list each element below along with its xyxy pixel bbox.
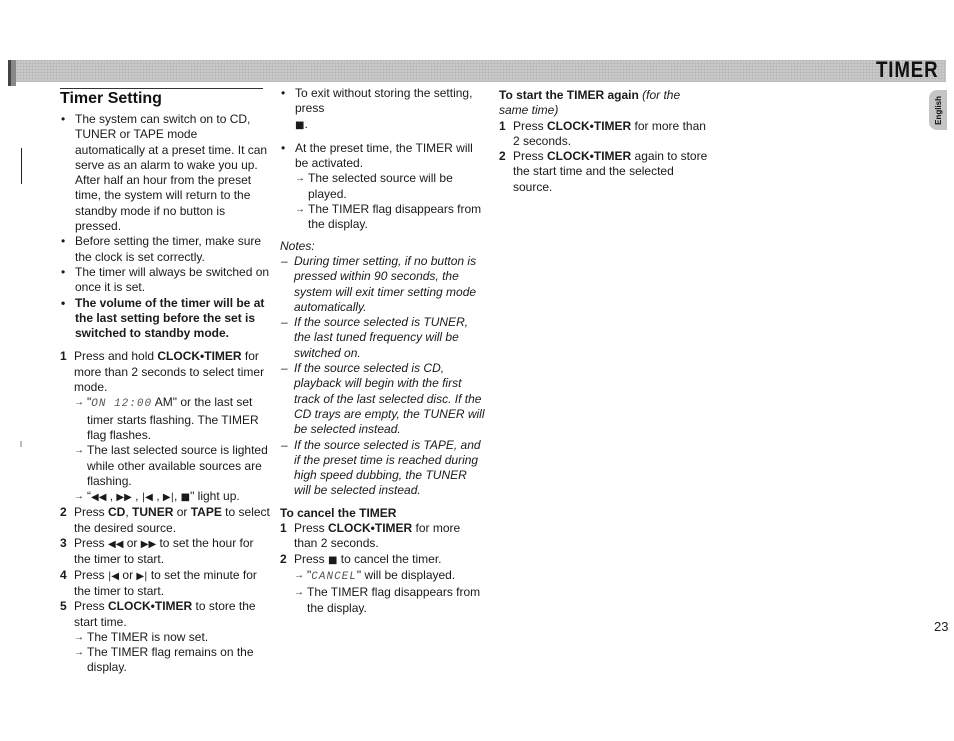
bullet-item: Before setting the timer, make sure the … <box>60 234 270 265</box>
key-label: CLOCK•TIMER <box>328 521 413 536</box>
bullet-item: The system can switch on to CD, TUNER or… <box>60 112 270 234</box>
language-tab-label: English <box>933 95 943 125</box>
note-item: If the source selected is CD, playback w… <box>280 361 485 437</box>
notes-label: Notes: <box>280 238 315 253</box>
previous-icon: |◀ <box>141 492 153 504</box>
step-number: 3 <box>60 536 67 551</box>
page-number: 23 <box>934 619 949 634</box>
exit-bullets: To exit without storing the setting, pre… <box>280 86 485 133</box>
notes-list: During timer setting, if no button is pr… <box>280 254 485 499</box>
step-text: or <box>123 536 141 551</box>
bullet-item: To exit without storing the setting, pre… <box>280 86 485 133</box>
step-3: 3 Press ◀◀ or ▶▶ to set the hour for the… <box>60 536 270 568</box>
section-title: Timer Setting <box>60 90 162 107</box>
step-text: or <box>173 505 191 520</box>
previous-icon: |◀ <box>108 570 120 582</box>
cancel-steps: 1 Press CLOCK•TIMER for more than 2 seco… <box>280 521 485 616</box>
restart-steps: 1 Press CLOCK•TIMER for more than 2 seco… <box>499 119 709 195</box>
bullet-item: The timer will always be switched on onc… <box>60 265 270 296</box>
result-text: " light up. <box>190 489 240 504</box>
setting-steps: 1 Press and hold CLOCK•TIMER for more th… <box>60 349 270 675</box>
key-label: TAPE <box>190 505 222 520</box>
fast-forward-icon: ▶▶ <box>116 492 132 504</box>
banner-title: TIMER <box>875 57 938 77</box>
step-number: 1 <box>60 349 67 364</box>
intro-bullets: The system can switch on to CD, TUNER or… <box>60 112 270 341</box>
step-text: Press <box>294 551 329 566</box>
restart-step-2: 2 Press CLOCK•TIMER again to store the s… <box>499 149 709 195</box>
bullet-item: At the preset time, the TIMER will be ac… <box>280 141 485 233</box>
rewind-icon: ◀◀ <box>91 492 107 504</box>
step-number: 4 <box>60 567 67 582</box>
restart-timer-heading: To start the TIMER again (for the same t… <box>499 88 709 119</box>
step-result: The last selected source is lighted whil… <box>74 443 270 489</box>
step-text: to cancel the timer. <box>337 551 442 566</box>
key-label: TUNER <box>132 505 174 520</box>
heading-text: To start the TIMER again <box>499 88 639 102</box>
language-tab: English <box>929 90 947 130</box>
cancel-step-1: 1 Press CLOCK•TIMER for more than 2 seco… <box>280 521 485 552</box>
step-text: Press <box>74 505 109 520</box>
cancel-timer-heading: To cancel the TIMER <box>280 505 397 520</box>
header-banner <box>8 60 946 82</box>
bullet-result: The TIMER flag disappears from the displ… <box>295 202 485 233</box>
bullet-text: At the preset time, the TIMER will be ac… <box>295 140 473 171</box>
bullet-text: . <box>304 116 308 131</box>
key-label: CLOCK•TIMER <box>108 599 193 614</box>
rewind-icon: ◀◀ <box>108 539 124 551</box>
step-text: Press and hold <box>74 349 158 364</box>
margin-mark <box>20 441 22 447</box>
key-label: CD <box>108 505 126 520</box>
step-result: “◀◀ , ▶▶ , |◀ , ▶|, ■" light up. <box>74 489 270 505</box>
step-number: 2 <box>280 551 287 566</box>
cancel-step-2: 2 Press ■ to cancel the timer. "CANCEL" … <box>280 552 485 616</box>
bullet-item-important: The volume of the timer will be at the l… <box>60 296 270 342</box>
lcd-display-text: CANCEL <box>311 570 357 583</box>
step-result: The TIMER is now set. <box>74 630 270 646</box>
step-number: 2 <box>499 149 506 164</box>
step-text: Press <box>513 118 548 133</box>
step-1: 1 Press and hold CLOCK•TIMER for more th… <box>60 349 270 505</box>
note-item: If the source selected is TUNER, the las… <box>280 315 485 361</box>
step-number: 2 <box>60 505 67 520</box>
lcd-display-text: ON 12:00 <box>91 398 153 411</box>
banner-marker <box>8 60 16 86</box>
step-text: Press <box>74 599 109 614</box>
timer-setting-column: Timer Setting The system can switch on t… <box>60 86 270 676</box>
bullet-text: To exit without storing the setting, pre… <box>295 86 473 116</box>
next-icon: ▶| <box>162 492 174 504</box>
step-text: Press <box>294 521 329 536</box>
step-5: 5 Press CLOCK•TIMER to store the start t… <box>60 599 270 675</box>
step-result: "ON 12:00 AM" or the last set timer star… <box>74 395 270 443</box>
result-text: " will be displayed. <box>356 567 456 582</box>
key-label: CLOCK•TIMER <box>157 349 242 364</box>
bullet-result: The selected source will be played. <box>295 171 485 202</box>
step-2: 2 Press CD, TUNER or TAPE to select the … <box>60 505 270 536</box>
step-text: Press <box>74 567 109 582</box>
stop-icon: ■ <box>180 492 191 504</box>
step-result: The TIMER flag remains on the display. <box>74 645 270 676</box>
step-text: Press <box>74 536 109 551</box>
next-icon: ▶| <box>136 570 148 582</box>
step-result: The TIMER flag disappears from the displ… <box>294 585 485 616</box>
step-number: 1 <box>280 521 287 536</box>
step-result: "CANCEL" will be displayed. <box>294 568 485 585</box>
step-number: 5 <box>60 599 67 614</box>
key-label: CLOCK•TIMER <box>547 149 632 164</box>
activation-column: To exit without storing the setting, pre… <box>280 86 485 616</box>
activation-bullets: At the preset time, the TIMER will be ac… <box>280 141 485 233</box>
key-label: CLOCK•TIMER <box>547 118 632 133</box>
restart-step-1: 1 Press CLOCK•TIMER for more than 2 seco… <box>499 119 709 150</box>
step-text: or <box>119 567 137 582</box>
margin-change-bar <box>21 148 22 184</box>
fast-forward-icon: ▶▶ <box>140 539 157 551</box>
note-item: During timer setting, if no button is pr… <box>280 254 485 315</box>
note-item: If the source selected is TAPE, and if t… <box>280 438 485 499</box>
step-number: 1 <box>499 118 506 133</box>
step-4: 4 Press |◀ or ▶| to set the minute for t… <box>60 568 270 600</box>
restart-column: To start the TIMER again (for the same t… <box>499 86 709 195</box>
step-text: Press <box>513 149 548 164</box>
